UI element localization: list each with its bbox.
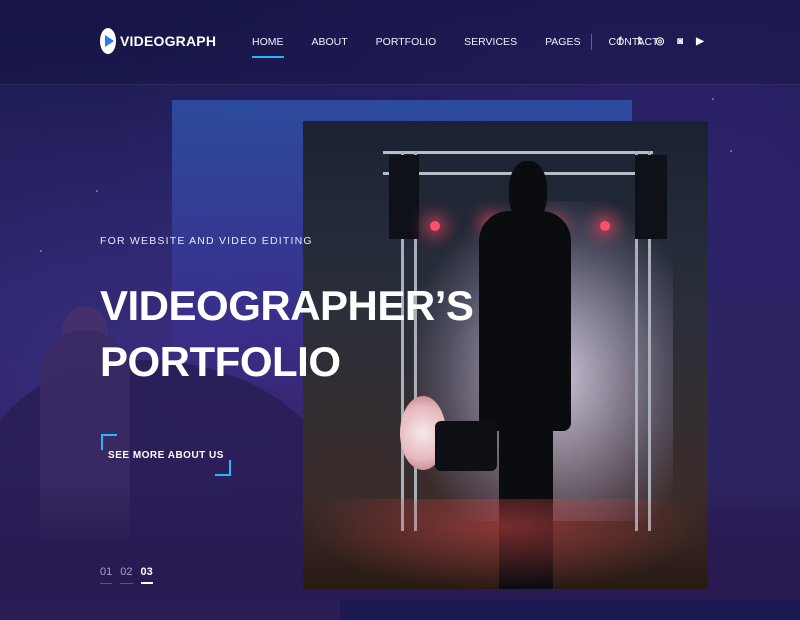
site-header: VIDEOGRAPH HOME ABOUT PORTFOLIO SERVICES… bbox=[0, 0, 800, 85]
play-icon bbox=[100, 28, 116, 54]
youtube-icon[interactable]: ▶ bbox=[695, 35, 705, 47]
hero-title: VIDEOGRAPHER’S PORTFOLIO bbox=[100, 278, 474, 390]
stage-floor-glow bbox=[303, 499, 708, 589]
stage-light bbox=[430, 221, 440, 231]
nav-item-portfolio[interactable]: PORTFOLIO bbox=[376, 36, 436, 58]
nav-item-pages[interactable]: PAGES bbox=[545, 36, 580, 58]
logo-text: VIDEOGRAPH bbox=[120, 33, 217, 49]
videographer-silhouette bbox=[479, 211, 571, 431]
hero-title-line: VIDEOGRAPHER’S bbox=[100, 282, 474, 329]
camera-rig bbox=[435, 421, 497, 471]
speaker bbox=[389, 155, 419, 239]
twitter-icon[interactable]: 𝕥 bbox=[635, 35, 645, 47]
nav-divider bbox=[591, 34, 592, 50]
speaker bbox=[635, 155, 667, 239]
facebook-icon[interactable]: f bbox=[615, 35, 625, 47]
logo[interactable]: VIDEOGRAPH bbox=[100, 28, 216, 54]
nav-item-home[interactable]: HOME bbox=[252, 36, 284, 58]
slider-pagination: 01 02 03 bbox=[100, 566, 154, 584]
slide-dot-02[interactable]: 02 bbox=[120, 566, 133, 584]
dribbble-icon[interactable]: ◎ bbox=[655, 35, 665, 47]
slide-dot-03[interactable]: 03 bbox=[140, 566, 154, 584]
nav-item-about[interactable]: ABOUT bbox=[312, 36, 348, 58]
star bbox=[730, 150, 732, 152]
star bbox=[40, 250, 42, 252]
cta-corner bbox=[215, 460, 231, 476]
see-more-button[interactable]: SEE MORE ABOUT US bbox=[101, 434, 231, 476]
nav-item-services[interactable]: SERVICES bbox=[464, 36, 517, 58]
stage-light bbox=[600, 221, 610, 231]
slide-dot-01[interactable]: 01 bbox=[100, 566, 113, 584]
social-links: f 𝕥 ◎ ◙ ▶ bbox=[615, 35, 705, 47]
star bbox=[712, 98, 714, 100]
cta-corner bbox=[101, 434, 117, 450]
hero-tagline: FOR WEBSITE AND VIDEO EDITING bbox=[100, 235, 313, 247]
see-more-label: SEE MORE ABOUT US bbox=[108, 449, 224, 461]
instagram-icon[interactable]: ◙ bbox=[675, 35, 685, 47]
hero-title-line: PORTFOLIO bbox=[100, 338, 341, 385]
star bbox=[96, 190, 98, 192]
